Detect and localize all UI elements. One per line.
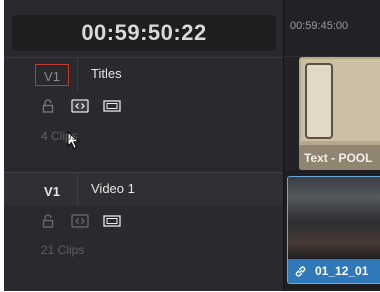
divider <box>77 58 78 91</box>
track-header-row: V1 Video 1 <box>4 173 283 206</box>
link-icon <box>295 265 306 277</box>
lock-icon[interactable] <box>39 214 57 228</box>
divider <box>77 173 78 206</box>
clip-label-bar: 01_12_01 <box>288 259 380 283</box>
track-name[interactable]: Video 1 <box>91 181 135 196</box>
title-card-graphic <box>305 63 333 139</box>
disable-video-icon[interactable] <box>103 99 121 113</box>
timecode-display[interactable]: 00:59:50:22 <box>12 15 276 51</box>
clip-name: 01_12_01 <box>315 264 369 278</box>
clip-name: Text - POOL <box>304 150 373 165</box>
track-header-panel: 00:59:50:22 V1 Titles 4 Clips V1 Video 1… <box>4 0 284 291</box>
track-header-row: V1 Titles <box>4 58 283 91</box>
track-titles: V1 Titles 4 Clips <box>4 57 283 172</box>
clip-count: 21 Clips <box>41 243 85 257</box>
ruler-timecode: 00:59:45:00 <box>290 20 349 32</box>
edit-timeline-window: 00:59:50:22 V1 Titles 4 Clips V1 Video 1… <box>4 0 380 291</box>
auto-select-icon[interactable] <box>71 99 89 113</box>
clip-label-bar: Text - POOL <box>299 145 380 170</box>
timeline-area[interactable]: 00:59:45:00 Text - POOL 01_12_01 <box>284 0 380 291</box>
clip-count: 4 Clips <box>41 129 78 143</box>
timeline-ruler[interactable]: 00:59:45:00 <box>284 0 380 57</box>
disable-video-icon[interactable] <box>103 214 121 228</box>
timecode-value: 00:59:50:22 <box>81 20 207 45</box>
track-name[interactable]: Titles <box>91 66 122 81</box>
timeline-clip-title[interactable]: Text - POOL <box>299 57 380 170</box>
track-destination-label[interactable]: V1 <box>35 66 69 86</box>
auto-select-icon[interactable] <box>71 214 89 228</box>
clip-thumbnail <box>301 59 380 141</box>
clip-thumbnail <box>288 177 380 259</box>
track-controls <box>39 98 121 114</box>
track-destination-label[interactable]: V1 <box>35 181 69 201</box>
track-controls <box>39 213 121 229</box>
lock-icon[interactable] <box>39 99 57 113</box>
timeline-clip-video[interactable]: 01_12_01 <box>287 176 380 284</box>
track-video-1: V1 Video 1 21 Clips <box>4 172 283 292</box>
